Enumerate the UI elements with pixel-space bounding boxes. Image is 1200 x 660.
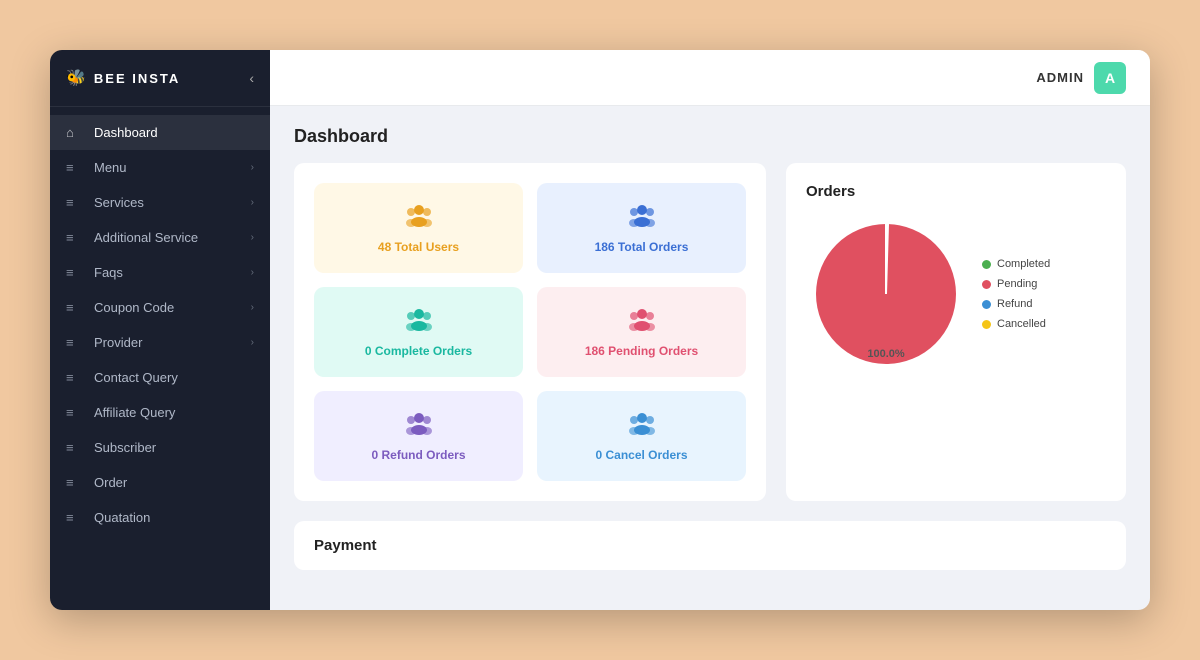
nav-icon-affiliate-query: ≡ [66,405,84,420]
nav-label-subscriber: Subscriber [94,440,254,455]
nav-arrow-provider: › [251,337,254,348]
stat-card-pending-orders: 186 Pending Orders [537,287,746,377]
legend-item-cancelled: Cancelled [982,318,1050,330]
legend-dot-refund [982,300,991,309]
stat-label-complete-orders: 0 Complete Orders [365,344,472,358]
legend-label-cancelled: Cancelled [997,318,1046,330]
topbar-user: ADMIN A [1036,62,1126,94]
nav-arrow-services: › [251,197,254,208]
pie-label: 100.0% [867,348,904,360]
stats-grid: 48 Total Users 186 Total Orders 0 Comple… [294,163,766,501]
nav-icon-coupon-code: ≡ [66,300,84,315]
legend-label-completed: Completed [997,258,1050,270]
legend-dot-cancelled [982,320,991,329]
nav-label-contact-query: Contact Query [94,370,254,385]
nav-arrow-coupon-code: › [251,302,254,313]
nav-label-dashboard: Dashboard [94,125,254,140]
nav-label-menu: Menu [94,160,251,175]
stat-icon-cancel-orders [627,411,657,442]
sidebar-item-additional-service[interactable]: ≡ Additional Service › [50,220,270,255]
nav-label-coupon-code: Coupon Code [94,300,251,315]
sidebar: 🐝 BEE INSTA ‹ ⌂ Dashboard ≡ Menu › ≡ Ser… [50,50,270,610]
orders-panel: Orders 100.0% [786,163,1126,501]
main-content: ADMIN A Dashboard 48 Total Users 18 [270,50,1150,610]
app-window: 🐝 BEE INSTA ‹ ⌂ Dashboard ≡ Menu › ≡ Ser… [50,50,1150,610]
stat-label-pending-orders: 186 Pending Orders [585,344,698,358]
sidebar-item-dashboard[interactable]: ⌂ Dashboard [50,115,270,150]
nav-icon-menu: ≡ [66,160,84,175]
stat-icon-total-orders [627,203,657,234]
sidebar-item-coupon-code[interactable]: ≡ Coupon Code › [50,290,270,325]
username-label: ADMIN [1036,70,1084,85]
avatar[interactable]: A [1094,62,1126,94]
legend-item-pending: Pending [982,278,1050,290]
sidebar-nav: ⌂ Dashboard ≡ Menu › ≡ Services › ≡ Addi… [50,107,270,610]
legend: Completed Pending Refund Cancelled [982,258,1050,330]
sidebar-item-contact-query[interactable]: ≡ Contact Query [50,360,270,395]
legend-label-refund: Refund [997,298,1032,310]
legend-item-refund: Refund [982,298,1050,310]
legend-dot-pending [982,280,991,289]
logo-icon: 🐝 [66,68,88,88]
stat-label-refund-orders: 0 Refund Orders [371,448,465,462]
nav-label-affiliate-query: Affiliate Query [94,405,254,420]
nav-icon-services: ≡ [66,195,84,210]
collapse-button[interactable]: ‹ [249,70,254,86]
stat-card-cancel-orders: 0 Cancel Orders [537,391,746,481]
sidebar-logo: 🐝 BEE INSTA ‹ [50,50,270,107]
stat-card-complete-orders: 0 Complete Orders [314,287,523,377]
sidebar-item-quotation[interactable]: ≡ Quatation [50,500,270,535]
sidebar-item-faqs[interactable]: ≡ Faqs › [50,255,270,290]
topbar: ADMIN A [270,50,1150,106]
nav-arrow-menu: › [251,162,254,173]
legend-dot-completed [982,260,991,269]
nav-label-services: Services [94,195,251,210]
stat-icon-total-users [404,203,434,234]
stat-card-total-users: 48 Total Users [314,183,523,273]
stat-label-total-orders: 186 Total Orders [595,240,689,254]
stat-icon-pending-orders [627,307,657,338]
legend-label-pending: Pending [997,278,1037,290]
sidebar-item-services[interactable]: ≡ Services › [50,185,270,220]
nav-icon-quotation: ≡ [66,510,84,525]
page-title: Dashboard [294,126,1126,147]
legend-item-completed: Completed [982,258,1050,270]
orders-title: Orders [806,183,1106,200]
stat-card-total-orders: 186 Total Orders [537,183,746,273]
stat-icon-complete-orders [404,307,434,338]
nav-icon-faqs: ≡ [66,265,84,280]
dashboard-grid: 48 Total Users 186 Total Orders 0 Comple… [294,163,1126,501]
stat-card-refund-orders: 0 Refund Orders [314,391,523,481]
logo-text: BEE INSTA [94,71,180,86]
sidebar-item-affiliate-query[interactable]: ≡ Affiliate Query [50,395,270,430]
orders-content: 100.0% Completed Pending Refund Cancelle… [806,214,1106,374]
sidebar-item-menu[interactable]: ≡ Menu › [50,150,270,185]
nav-icon-subscriber: ≡ [66,440,84,455]
nav-icon-provider: ≡ [66,335,84,350]
stat-label-total-users: 48 Total Users [378,240,459,254]
nav-label-order: Order [94,475,254,490]
sidebar-item-provider[interactable]: ≡ Provider › [50,325,270,360]
content-area: Dashboard 48 Total Users 186 Total Order… [270,106,1150,610]
nav-icon-dashboard: ⌂ [66,125,84,140]
nav-arrow-faqs: › [251,267,254,278]
nav-label-additional-service: Additional Service [94,230,251,245]
nav-arrow-additional-service: › [251,232,254,243]
sidebar-item-order[interactable]: ≡ Order [50,465,270,500]
pie-chart: 100.0% [806,214,966,374]
stat-label-cancel-orders: 0 Cancel Orders [595,448,687,462]
nav-label-quotation: Quatation [94,510,254,525]
nav-icon-contact-query: ≡ [66,370,84,385]
nav-icon-order: ≡ [66,475,84,490]
sidebar-item-subscriber[interactable]: ≡ Subscriber [50,430,270,465]
nav-label-provider: Provider [94,335,251,350]
payment-section: Payment [294,521,1126,570]
logo: 🐝 BEE INSTA [66,68,180,88]
nav-label-faqs: Faqs [94,265,251,280]
payment-title: Payment [314,537,1106,554]
stat-icon-refund-orders [404,411,434,442]
nav-icon-additional-service: ≡ [66,230,84,245]
